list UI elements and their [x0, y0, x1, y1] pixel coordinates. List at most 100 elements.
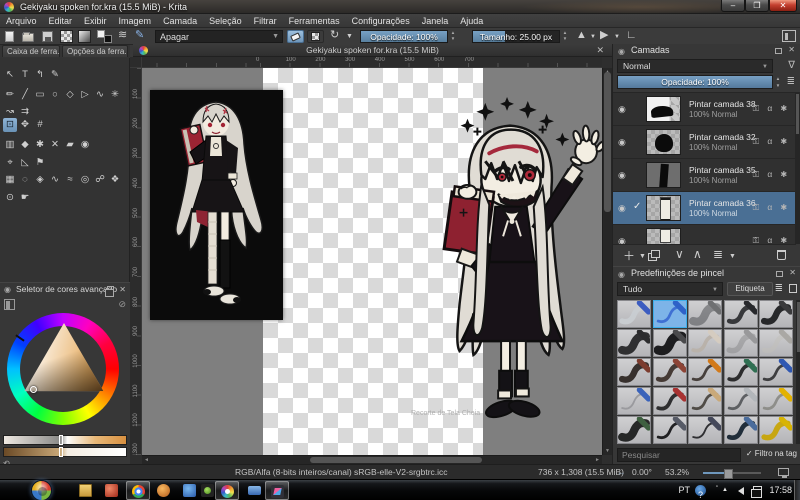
assistant-tool[interactable]: ⌖	[3, 156, 17, 170]
layer-visibility-icon[interactable]: ◉	[618, 137, 626, 148]
layer-lock-alpha-icons[interactable]: ⚿ α ✱	[753, 169, 790, 180]
new-document-icon[interactable]	[5, 31, 14, 42]
fill-tool[interactable]: ▰	[63, 138, 77, 152]
layer-thumbnail[interactable]	[646, 162, 681, 188]
mirror-vertical-icon[interactable]: ▶	[600, 29, 608, 42]
pattern-edit-tool[interactable]: ✱	[33, 138, 47, 152]
enclose-fill-tool[interactable]: ◉	[78, 138, 92, 152]
gradient-swatch-icon[interactable]	[78, 30, 91, 43]
color-settings-icon[interactable]	[4, 299, 15, 310]
brush-preset[interactable]	[759, 329, 793, 357]
maximize-button[interactable]: ❐	[745, 0, 769, 12]
layer-thumbnail[interactable]	[646, 129, 681, 155]
menu-item[interactable]: Editar	[43, 14, 79, 28]
transform-tool[interactable]: ⊡	[3, 118, 17, 132]
close-docker-icon[interactable]: ✕	[789, 268, 796, 277]
color-slider-brown[interactable]	[3, 447, 127, 457]
document-subwindow-titlebar[interactable]: Gekiyaku spoken for.kra (15.5 MiB) ✕	[133, 44, 612, 57]
brush-preset-icon[interactable]: ✎	[135, 29, 144, 42]
size-spinner[interactable]: ▲▼	[561, 30, 569, 43]
menu-item[interactable]: Arquivo	[0, 14, 43, 28]
menu-item[interactable]: Configurações	[346, 14, 416, 28]
brush-preset[interactable]	[653, 329, 687, 357]
docker-lock-icon[interactable]: ◉	[618, 47, 625, 56]
reload-preset-icon[interactable]: ↻	[330, 29, 339, 42]
canvas-document[interactable]: Recorte de Tela Cheia	[263, 68, 483, 455]
slider-handle[interactable]	[59, 435, 63, 445]
menu-item[interactable]: Ajuda	[454, 14, 489, 28]
select-magnetic-tool[interactable]: ◎	[78, 173, 92, 187]
line-tool[interactable]: ╱	[18, 88, 32, 102]
layer-visibility-icon[interactable]: ◉	[618, 203, 626, 214]
select-bezier-tool[interactable]: ☍	[93, 173, 107, 187]
menu-item[interactable]: Ferramentas	[283, 14, 346, 28]
crop-tool[interactable]: #	[33, 118, 47, 132]
brush-preset[interactable]	[617, 329, 651, 357]
pointer-tool[interactable]: ↖	[3, 68, 17, 82]
chevron-down-icon[interactable]: ▼	[639, 253, 646, 260]
menu-item[interactable]: Imagem	[113, 14, 158, 28]
show-desktop-button[interactable]	[794, 480, 800, 500]
select-magic-tool[interactable]: ❖	[108, 173, 122, 187]
fit-to-screen-icon[interactable]	[778, 468, 789, 476]
select-similar-tool[interactable]: ≈	[63, 173, 77, 187]
save-icon[interactable]	[42, 31, 53, 42]
start-button[interactable]	[31, 480, 52, 500]
brush-preset[interactable]	[617, 358, 651, 386]
minimize-button[interactable]: –	[721, 0, 745, 12]
clock[interactable]: 17:58	[769, 480, 792, 500]
measure-tool[interactable]: ◺	[18, 156, 32, 170]
brush-preset[interactable]	[653, 300, 687, 328]
brush-preset[interactable]	[759, 387, 793, 415]
polyline-tool[interactable]: ▷	[78, 88, 92, 102]
delete-layer-button[interactable]	[777, 250, 786, 260]
brush-preset[interactable]	[759, 416, 793, 444]
layer-lock-alpha-icons[interactable]: ⚿ α ✱	[753, 235, 790, 244]
brush-preset[interactable]	[617, 416, 651, 444]
pattern-swatch-icon[interactable]	[60, 30, 73, 43]
brush-preset[interactable]	[724, 416, 758, 444]
brush-preset[interactable]	[653, 387, 687, 415]
brush-preset[interactable]	[688, 358, 722, 386]
dynamic-brush-tool[interactable]: ↝	[3, 105, 17, 119]
document-close-icon[interactable]: ✕	[596, 44, 604, 57]
pan-tool[interactable]: ☛	[18, 191, 32, 205]
edit-shapes-tool[interactable]: ↰	[33, 68, 47, 82]
layer-visibility-icon[interactable]: ◉	[618, 104, 626, 115]
menu-item[interactable]: Filtrar	[248, 14, 283, 28]
tag-button[interactable]: Etiqueta	[727, 282, 773, 296]
size-slider[interactable]: Tamanho: 25.00 px	[472, 30, 560, 43]
move-layer-down-button[interactable]: ∨	[675, 247, 684, 261]
layer-lock-alpha-icons[interactable]: ⚿ α ✱	[753, 202, 790, 213]
canvas-viewport[interactable]: Recorte de Tela Cheia	[142, 68, 602, 455]
chevron-down-icon[interactable]: ▼	[729, 253, 736, 260]
chevron-down-icon[interactable]: ▼	[590, 31, 596, 44]
layer-list-scrollbar[interactable]	[795, 92, 800, 244]
layer-row[interactable]: ◉ ✓ Pintar camada 32 100% Normal ⚿ α ✱	[613, 126, 796, 159]
language-indicator[interactable]: PT	[678, 480, 690, 500]
layer-opacity-slider[interactable]: Opacidade: 100%	[617, 75, 773, 89]
select-ellipse-tool[interactable]: ◌	[18, 173, 32, 187]
filter-layers-icon[interactable]: ∇	[788, 60, 795, 71]
calligraphy-tool[interactable]: ✎	[48, 68, 62, 82]
menu-item[interactable]: Camada	[157, 14, 203, 28]
taskbar-explorer[interactable]	[74, 481, 98, 500]
layer-row[interactable]: ◉ ✓ ⚿ α ✱	[613, 225, 796, 244]
view-mode-icon[interactable]: ≣	[775, 283, 783, 294]
dock-tab[interactable]: Caixa de ferra...	[2, 45, 60, 57]
rotation-icon[interactable]: ↔	[617, 465, 626, 480]
menu-item[interactable]: Seleção	[203, 14, 248, 28]
fg-bg-colors-icon[interactable]	[97, 30, 112, 43]
bezier-curve-tool[interactable]: ∿	[93, 88, 107, 102]
close-button[interactable]: ✕	[769, 0, 797, 12]
docker-lock-icon[interactable]: ◉	[618, 270, 625, 279]
tray-window-icon[interactable]: ▫	[716, 477, 718, 498]
brush-preset[interactable]	[617, 387, 651, 415]
brush-grid-scrollbar[interactable]	[796, 300, 800, 444]
brush-preset[interactable]	[724, 387, 758, 415]
layer-thumbnail[interactable]	[646, 228, 681, 244]
add-layer-button[interactable]: ＋	[623, 247, 635, 264]
brush-preset[interactable]	[653, 416, 687, 444]
scroll-down-icon[interactable]: ▼	[603, 448, 612, 454]
chevron-down-icon[interactable]: ▼	[346, 30, 353, 43]
